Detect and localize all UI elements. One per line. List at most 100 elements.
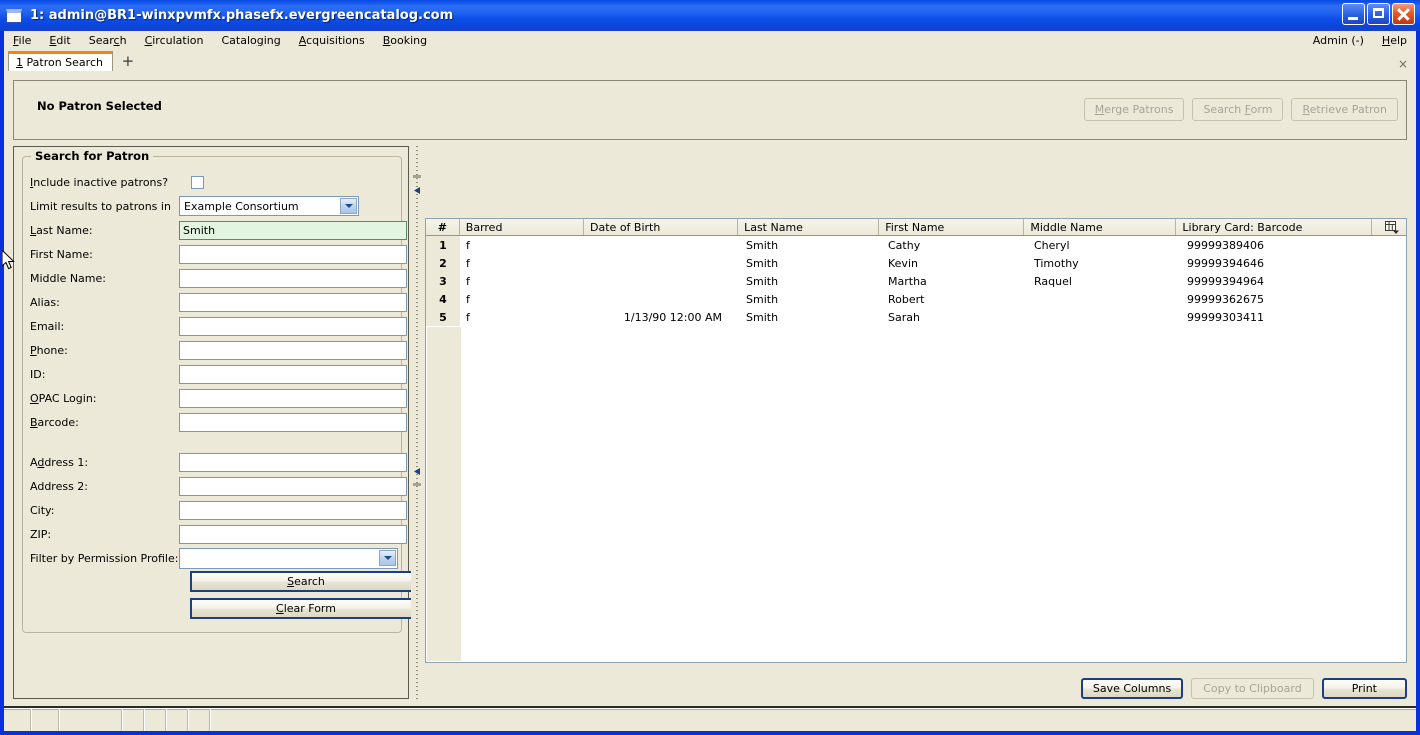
table-row[interactable]: 5 f 1/13/90 12:00 AM Smith Sarah 9999930… <box>426 308 1406 326</box>
status-segment <box>123 709 145 731</box>
zip-input[interactable] <box>179 524 407 544</box>
menu-admin[interactable]: Admin (-) <box>1304 32 1373 49</box>
phone-label: Phone: <box>30 343 68 357</box>
application-window: 1: admin@BR1-winxpvmfx.phasefx.evergreen… <box>0 0 1420 735</box>
email-input[interactable] <box>179 316 407 336</box>
table-row[interactable]: 1 f Smith Cathy Cheryl 99999389406 <box>426 236 1406 254</box>
column-header-dob[interactable]: Date of Birth <box>584 219 739 235</box>
new-tab-button[interactable]: + <box>117 50 139 71</box>
cell-dob: 1/13/90 12:00 AM <box>623 310 722 324</box>
menu-cataloging[interactable]: Cataloging <box>212 32 289 49</box>
cell-barred: f <box>466 274 470 288</box>
last-name-input[interactable] <box>179 220 407 240</box>
menu-file[interactable]: File <box>4 32 40 49</box>
first-name-input[interactable] <box>179 244 407 264</box>
status-segment <box>4 709 32 731</box>
row-limit-results: Limit results to patrons in Example Cons… <box>23 194 403 218</box>
address-1-label: Address 1: <box>30 455 89 469</box>
cell-barcode: 99999303411 <box>1187 310 1264 324</box>
column-header-middle[interactable]: Middle Name <box>1024 219 1177 235</box>
column-header-barred[interactable]: Barred <box>460 219 585 235</box>
column-header-first[interactable]: First Name <box>879 219 1025 235</box>
cell-middle: Raquel <box>1034 274 1072 288</box>
middle-name-input[interactable] <box>179 268 407 288</box>
minimize-button[interactable] <box>1342 3 1365 25</box>
cell-last: Smith <box>746 274 779 288</box>
row-first-name: First Name: <box>23 242 407 266</box>
barcode-input[interactable] <box>179 412 407 432</box>
menu-help[interactable]: Help <box>1373 32 1416 49</box>
row-id: ID: <box>23 362 407 386</box>
search-button-label: Search <box>287 575 325 588</box>
menubar: File Edit Search Circulation Cataloging … <box>4 31 1416 49</box>
city-label: City: <box>30 503 55 517</box>
search-button[interactable]: Search <box>190 571 422 592</box>
tabbar: 1 Patron Search + × <box>4 49 1416 72</box>
first-name-label: First Name: <box>30 247 93 261</box>
maximize-button[interactable] <box>1367 3 1390 25</box>
alias-input[interactable] <box>179 292 407 312</box>
column-header-num[interactable]: # <box>426 219 460 235</box>
cell-dob <box>585 290 740 308</box>
print-button[interactable]: Print <box>1321 678 1407 699</box>
row-permission-profile: Filter by Permission Profile: <box>23 546 403 570</box>
cell-barred: f <box>466 292 470 306</box>
close-button[interactable] <box>1392 3 1415 25</box>
search-fieldset: Search for Patron Include inactive patro… <box>22 149 422 633</box>
search-form-button[interactable]: Search Form <box>1192 98 1284 121</box>
results-grid: # Barred Date of Birth Last Name First N… <box>425 218 1407 663</box>
permission-profile-select[interactable] <box>179 547 398 569</box>
table-row[interactable]: 3 f Smith Martha Raquel 99999394964 <box>426 272 1406 290</box>
opac-login-label: OPAC Login: <box>30 391 97 405</box>
row-middle-name: Middle Name: <box>23 266 407 290</box>
row-alias: Alias: <box>23 290 407 314</box>
opac-login-input[interactable] <box>179 388 407 408</box>
cell-last: Smith <box>746 256 779 270</box>
search-panel: Search for Patron Include inactive patro… <box>13 146 422 699</box>
column-header-barcode[interactable]: Library Card: Barcode <box>1176 219 1373 235</box>
limit-results-value: Example Consortium <box>184 199 299 213</box>
address-2-input[interactable] <box>179 476 407 496</box>
id-input[interactable] <box>179 364 407 384</box>
copy-to-clipboard-button[interactable]: Copy to Clipboard <box>1191 678 1314 699</box>
row-opac-login: OPAC Login: <box>23 386 407 410</box>
close-tab-icon[interactable]: × <box>1398 57 1408 71</box>
column-picker-icon[interactable] <box>1378 219 1406 235</box>
retrieve-patron-button[interactable]: Retrieve Patron <box>1291 98 1398 121</box>
zip-label: ZIP: <box>30 527 52 541</box>
last-name-label: Last Name: <box>30 223 93 237</box>
include-inactive-checkbox[interactable] <box>191 175 204 189</box>
row-phone: Phone: <box>23 338 407 362</box>
cell-first: Sarah <box>888 310 920 324</box>
cell-middle: Cheryl <box>1034 238 1070 252</box>
menu-search[interactable]: Search <box>80 32 136 49</box>
barcode-label: Barcode: <box>30 415 79 429</box>
cell-barred: f <box>466 238 470 252</box>
limit-results-select[interactable]: Example Consortium <box>179 196 359 216</box>
row-address-1: Address 1: <box>23 450 407 474</box>
menu-edit[interactable]: Edit <box>40 32 79 49</box>
phone-input[interactable] <box>179 340 407 360</box>
column-header-last[interactable]: Last Name <box>738 219 880 235</box>
cell-num: 3 <box>426 272 460 290</box>
limit-results-label: Limit results to patrons in <box>30 199 171 213</box>
save-columns-button[interactable]: Save Columns <box>1080 678 1184 699</box>
table-row[interactable]: 2 f Smith Kevin Timothy 99999394646 <box>426 254 1406 272</box>
window-controls <box>1342 3 1415 25</box>
clear-form-button[interactable]: Clear Form <box>190 598 422 619</box>
content-area: No Patron Selected Merge Patrons Search … <box>4 71 1416 708</box>
menu-circulation[interactable]: Circulation <box>136 32 213 49</box>
menubar-right: Admin (-) Help <box>1304 32 1416 49</box>
city-input[interactable] <box>179 500 407 520</box>
cell-middle: Timothy <box>1034 256 1079 270</box>
patron-status-label: No Patron Selected <box>37 99 162 113</box>
tab-patron-search[interactable]: 1 Patron Search <box>8 51 113 72</box>
table-row[interactable]: 4 f Smith Robert 99999362675 <box>426 290 1406 308</box>
cell-num: 5 <box>426 308 460 326</box>
panel-splitter[interactable] <box>411 146 423 699</box>
merge-patrons-button[interactable]: Merge Patrons <box>1083 98 1185 121</box>
address-1-input[interactable] <box>179 452 407 472</box>
menu-acquisitions[interactable]: Acquisitions <box>290 32 374 49</box>
cell-num: 4 <box>426 290 460 308</box>
menu-booking[interactable]: Booking <box>374 32 436 49</box>
